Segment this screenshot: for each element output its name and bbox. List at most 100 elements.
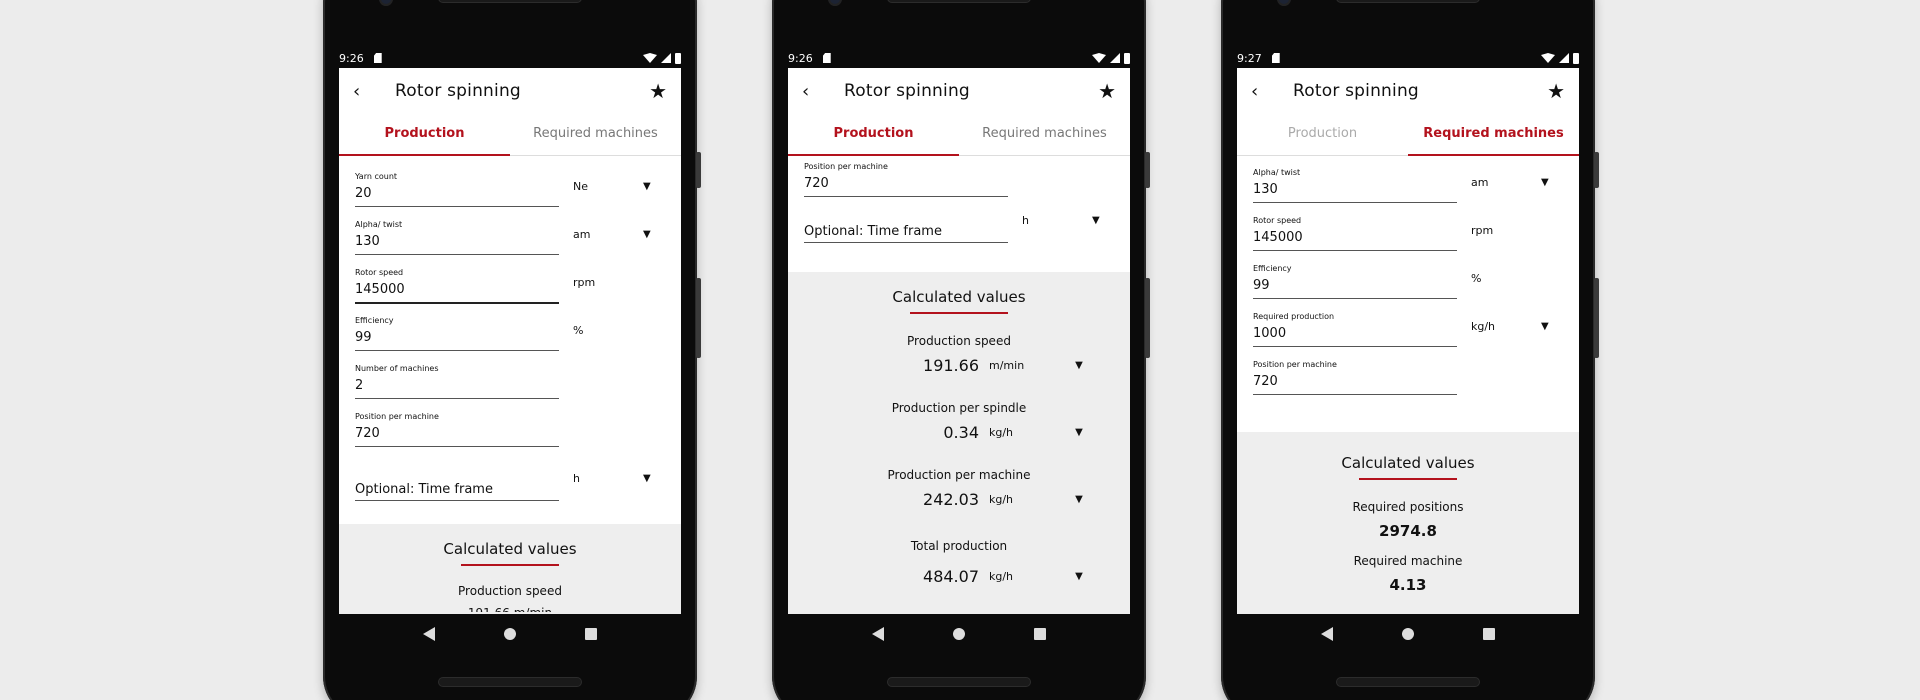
arrow-back-icon[interactable]: ‹: [802, 81, 822, 102]
nav-home-icon[interactable]: [503, 628, 516, 640]
unit-select[interactable]: kg/h: [1471, 320, 1531, 341]
app-screen: ‹ Rotor spinning ★ Production Required m…: [1237, 68, 1579, 614]
calc-title: Calculated values: [1341, 454, 1475, 472]
volume-button: [696, 278, 701, 358]
result-label: Required positions: [1352, 500, 1464, 514]
efficiency-field[interactable]: Efficiency 99: [1253, 258, 1457, 306]
field-placeholder: Optional: Time frame: [804, 224, 942, 239]
time-frame-field[interactable]: Optional: Time frame: [804, 196, 1008, 252]
dropdown-arrow-icon[interactable]: ▼: [1069, 427, 1089, 438]
result-label: Production speed: [907, 334, 1011, 348]
result-item: Production speed 191.66 m/min ▼: [788, 334, 1130, 375]
tab-bar: Production Required machines: [788, 114, 1130, 156]
dropdown-arrow-icon[interactable]: ▼: [643, 473, 651, 492]
unit-label: rpm: [1471, 223, 1494, 237]
dropdown-arrow-icon[interactable]: ▼: [1069, 494, 1089, 505]
star-icon[interactable]: ★: [1547, 79, 1565, 103]
result-item: Total production 484.07 kg/h ▼: [788, 539, 1130, 586]
position-per-machine-field[interactable]: Position per machine 720: [1253, 354, 1457, 402]
nav-home-icon[interactable]: [952, 628, 965, 640]
arrow-back-icon[interactable]: ‹: [1251, 81, 1271, 102]
nav-back-icon[interactable]: [872, 627, 885, 641]
unit-select[interactable]: am: [1471, 176, 1531, 197]
tab-production[interactable]: Production: [788, 114, 959, 156]
field-label: Rotor speed: [1253, 216, 1302, 225]
dropdown-arrow-icon[interactable]: ▼: [1541, 321, 1549, 340]
nav-home-icon[interactable]: [1401, 628, 1414, 640]
rotor-speed-field[interactable]: Rotor speed 145000: [1253, 210, 1457, 258]
required-production-field[interactable]: Required production 1000: [1253, 306, 1457, 354]
unit-select[interactable]: h: [1022, 214, 1082, 235]
system-nav-bar: [339, 614, 681, 654]
app-screen: ‹ Rotor spinning ★ Production Required m…: [788, 68, 1130, 614]
unit-select[interactable]: h: [573, 472, 633, 493]
nav-recents-icon[interactable]: [584, 628, 597, 640]
unit-select[interactable]: kg/h: [989, 570, 1069, 583]
page-title: Rotor spinning: [395, 81, 521, 101]
input-form: Yarn count 20 Ne ▼ Alpha/ twist 130 am ▼: [339, 156, 681, 510]
dropdown-arrow-icon[interactable]: ▼: [1092, 215, 1100, 234]
tab-production[interactable]: Production: [1237, 114, 1408, 155]
dropdown-arrow-icon[interactable]: ▼: [643, 229, 651, 248]
nav-recents-icon[interactable]: [1482, 628, 1495, 640]
input-form: Position per machine 720 Optional: Time …: [788, 156, 1130, 252]
system-nav-bar: [788, 614, 1130, 654]
number-of-machines-field[interactable]: Number of machines 2: [355, 358, 559, 406]
battery-icon: [1124, 52, 1130, 64]
nav-back-icon[interactable]: [1321, 627, 1334, 641]
efficiency-field[interactable]: Efficiency 99: [355, 310, 559, 358]
result-value: 0.34: [943, 423, 979, 442]
star-icon[interactable]: ★: [1098, 79, 1116, 103]
time-frame-field[interactable]: Optional: Time frame: [355, 454, 559, 510]
unit-select[interactable]: kg/h: [989, 493, 1069, 506]
unit-label: %: [1471, 271, 1482, 285]
battery-icon: [1573, 52, 1579, 64]
unit-select[interactable]: m/min: [989, 359, 1069, 372]
position-per-machine-field[interactable]: Position per machine 720: [804, 156, 1008, 197]
dropdown-arrow-icon[interactable]: ▼: [643, 181, 651, 200]
field-label: Number of machines: [355, 364, 439, 373]
phone-production-results: 9:26 ‹ Rotor spinning ★ Production Requi…: [772, 0, 1150, 700]
calc-title: Calculated values: [892, 288, 1026, 306]
field-value: 99: [1253, 278, 1270, 293]
field-placeholder: Optional: Time frame: [355, 482, 493, 497]
unit-select[interactable]: am: [573, 228, 633, 249]
system-nav-bar: [1237, 614, 1579, 654]
dropdown-arrow-icon[interactable]: ▼: [1069, 360, 1089, 371]
result-label: Total production: [910, 539, 1008, 553]
rotor-speed-field[interactable]: Rotor speed 145000: [355, 262, 559, 310]
field-value: 145000: [355, 282, 405, 297]
tab-production[interactable]: Production: [339, 114, 510, 156]
field-value: 130: [355, 234, 380, 249]
field-value: 720: [355, 426, 380, 441]
phone-required-machines: 9:27 ‹ Rotor spinning ★ Production Requi…: [1221, 0, 1599, 700]
dropdown-arrow-icon[interactable]: ▼: [1069, 571, 1089, 582]
arrow-back-icon[interactable]: ‹: [353, 81, 373, 102]
position-per-machine-field[interactable]: Position per machine 720: [355, 406, 559, 454]
phone-production-input: 9:26 ‹ Rotor spinning ★ Production Requi…: [323, 0, 701, 700]
nav-recents-icon[interactable]: [1033, 628, 1046, 640]
field-label: Rotor speed: [355, 268, 404, 277]
star-icon[interactable]: ★: [649, 79, 667, 103]
tab-required-machines[interactable]: Required machines: [510, 114, 681, 155]
field-label: Position per machine: [1253, 360, 1337, 369]
dropdown-arrow-icon[interactable]: ▼: [1541, 177, 1549, 196]
twist-field[interactable]: Alpha/ twist 130: [1253, 162, 1457, 210]
camera: [379, 0, 393, 6]
calc-title: Calculated values: [443, 540, 577, 558]
result-item: Production per machine 242.03 kg/h ▼: [788, 468, 1130, 509]
tab-required-machines[interactable]: Required machines: [959, 114, 1130, 155]
unit-select[interactable]: Ne: [573, 180, 633, 201]
result-item: Required machine 4.13: [1237, 554, 1579, 594]
twist-field[interactable]: Alpha/ twist 130: [355, 214, 559, 262]
status-time: 9:27: [1237, 51, 1262, 65]
app-screen: ‹ Rotor spinning ★ Production Required m…: [339, 68, 681, 614]
field-value: 145000: [1253, 230, 1303, 245]
wifi-icon: [1541, 53, 1555, 63]
nav-back-icon[interactable]: [423, 627, 436, 641]
tab-required-machines[interactable]: Required machines: [1408, 114, 1579, 156]
speaker: [439, 0, 581, 2]
unit-select[interactable]: kg/h: [989, 426, 1069, 439]
page-title: Rotor spinning: [1293, 81, 1419, 101]
yarn-count-field[interactable]: Yarn count 20: [355, 166, 559, 214]
